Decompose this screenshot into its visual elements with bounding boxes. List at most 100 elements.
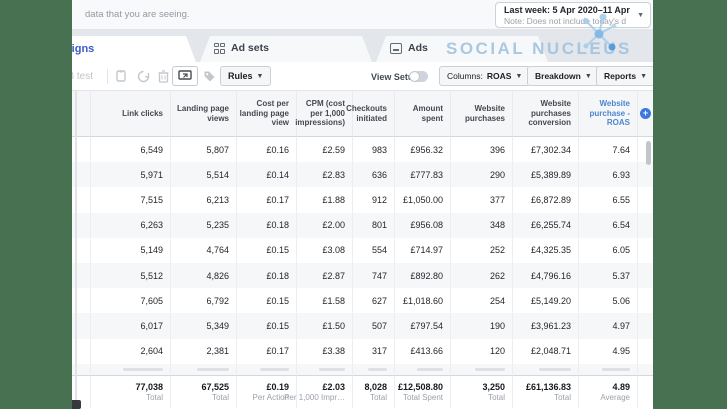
cell-landing-page-views: 4,826 [170,262,236,289]
cell-cpm-cost-per-1-000-impressions: £1.88 [296,187,352,213]
table-row[interactable]: 2,604 2,381 £0.17 £3.38 317 £413.66 120 £2,048.… [60,338,653,364]
totals-website-purchases: 3,250 Total [450,374,512,408]
history-icon[interactable] [134,67,152,85]
reports-button[interactable]: Reports ▼ [596,66,656,86]
header-cell-landing-page-views[interactable]: Landing page views [170,90,236,137]
rules-button-label: Rules [228,71,253,81]
breakdown-button[interactable]: Breakdown ▼ [527,66,600,86]
cell-link-clicks: 6,549 [90,137,170,163]
date-range-picker[interactable]: Last week: 5 Apr 2020–11 Apr Note: Does … [495,2,651,28]
delete-icon[interactable] [154,67,172,85]
rules-button[interactable]: Rules ▼ [220,66,272,86]
totals-value: 3,250 [482,381,505,392]
add-column-button[interactable]: + [640,108,651,119]
table-row[interactable]: 5,149 4,764 £0.15 £3.08 554 £714.97 252 £4,325.… [60,237,653,263]
cell-clipped [90,363,170,375]
cell-link-clicks: 6,263 [90,212,170,238]
cell-website-purchases: 190 [450,313,512,339]
totals-value: 67,525 [201,381,229,392]
cell-clipped [352,363,394,375]
vertical-scrollbar-thumb[interactable] [646,141,651,165]
totals-label: Total [370,392,387,402]
table-row[interactable]: 6,263 5,235 £0.18 £2.00 801 £956.08 348 £6,255.… [60,212,653,238]
cell-landing-page-views: 5,807 [170,137,236,163]
cell-scroll-gutter [637,187,653,213]
tab-ad-sets-label: Ad sets [231,42,269,54]
table-row[interactable]: 7,515 6,213 £0.17 £1.88 912 £1,050.00 377 £6,87… [60,187,653,213]
cell-amount-spent: £413.66 [394,338,450,364]
export-button[interactable] [172,66,198,86]
header-cell-checkouts-initiated[interactable]: Checkouts initiated [346,90,394,137]
duplicate-icon[interactable] [113,67,131,85]
cell-website-purchase-roas: 6.54 [578,212,637,238]
cell-cpm-cost-per-1-000-impressions: £2.59 [296,137,352,163]
cell-website-purchase-roas: 5.06 [578,288,637,314]
view-setup-toggle[interactable] [409,71,428,82]
table-row[interactable]: 5,512 4,826 £0.18 £2.87 747 £892.80 262 £4,796.… [60,262,653,289]
totals-value: 8,028 [364,381,387,392]
cell-website-purchases: 348 [450,212,512,238]
cell-website-purchases-conversion: £6,872.89 [512,187,578,213]
header-cell-website-purchase-roas[interactable]: Website purchase - ROAS [578,90,637,137]
header-cell-cpm-cost-per-1-000-impressions[interactable]: CPM (cost per 1,000 impressions) [295,90,352,137]
totals-label: Total [554,392,571,402]
table-header-row: Link clicks Landing page views Cost per la… [60,90,653,137]
tab-ad-sets[interactable]: Ad sets [200,36,372,62]
cell-checkouts-initiated: 554 [352,237,394,263]
pinned-column-divider [74,90,77,409]
header-cell-website-purchases-conversion[interactable]: Website purchases conversion [512,90,578,137]
clipped-value [539,367,571,371]
totals-checkouts-initiated: 8,028 Total [352,374,394,408]
cell-link-clicks: 5,149 [90,237,170,263]
table-row[interactable]: 5,971 5,514 £0.14 £2.83 636 £777.83 290 £5,389.… [60,162,653,188]
cell-cpm-cost-per-1-000-impressions: £2.83 [296,162,352,188]
cell-amount-spent: £797.54 [394,313,450,339]
cell-website-purchases-conversion: £6,255.74 [512,212,578,238]
totals-value: £12,508.80 [397,381,443,392]
cell-website-purchase-roas: 7.64 [578,137,637,163]
cell-website-purchase-roas: 4.97 [578,313,637,339]
header-cell-website-purchases[interactable]: Website purchases [450,90,512,137]
cell-website-purchases: 262 [450,262,512,289]
table-body: 6,549 5,807 £0.16 £2.59 983 £956.32 396 £7,302.… [60,137,653,364]
cell-website-purchases: 254 [450,288,512,314]
cell-clipped [512,363,578,375]
cell-cost-per-landing-page-view: £0.18 [236,262,296,289]
chevron-down-icon: ▼ [515,72,523,80]
toggle-knob [410,72,419,81]
watermark-molecule-icon [583,13,617,51]
cell-website-purchases-conversion: £5,389.89 [512,162,578,188]
totals-landing-page-views: 67,525 Total [170,374,236,408]
table-row[interactable]: 6,017 5,349 £0.15 £1.50 507 £797.54 190 £3,961.… [60,313,653,339]
totals-label: Total [212,392,229,402]
totals-website-purchase-roas: 4.89 Average [578,374,637,408]
tab-ads-label: Ads [408,42,428,54]
totals-cpm-cost-per-1-000-impressions: £2.03 Per 1,000 Impr… [284,374,352,408]
cell-checkouts-initiated: 801 [352,212,394,238]
cell-clipped [450,363,512,375]
cell-scroll-gutter [637,262,653,289]
header-cell-amount-spent[interactable]: Amount spent [394,90,450,137]
cell-clipped [236,363,296,375]
header-cell-link-clicks[interactable]: Link clicks [90,90,170,137]
cell-cost-per-landing-page-view: £0.16 [236,137,296,163]
cell-cost-per-landing-page-view: £0.15 [236,288,296,314]
cell-landing-page-views: 5,514 [170,162,236,188]
table-totals-row: 77,038 Total 67,525 Total £0.19 Per Acti… [60,374,653,408]
table-row[interactable]: 6,549 5,807 £0.16 £2.59 983 £956.32 396 £7,302.… [60,137,653,163]
columns-button[interactable]: Columns: ROAS ▼ [439,66,531,86]
pillarbox-left [0,0,72,409]
cell-website-purchases: 252 [450,237,512,263]
header-cell-cost-per-landing-page-view[interactable]: Cost per landing page view [236,90,296,137]
table-row[interactable]: 7,605 6,792 £0.15 £1.58 627 £1,018.60 254 £5,14… [60,288,653,314]
cell-landing-page-views: 2,381 [170,338,236,364]
cell-landing-page-views: 5,349 [170,313,236,339]
cell-cpm-cost-per-1-000-impressions: £1.58 [296,288,352,314]
cell-link-clicks: 5,971 [90,162,170,188]
totals-label: Total [488,392,505,402]
breakdown-button-label: Breakdown [535,71,581,81]
tag-icon[interactable] [200,67,218,85]
cell-landing-page-views: 6,213 [170,187,236,213]
cell-website-purchases-conversion: £3,961.23 [512,313,578,339]
cell-checkouts-initiated: 983 [352,137,394,163]
